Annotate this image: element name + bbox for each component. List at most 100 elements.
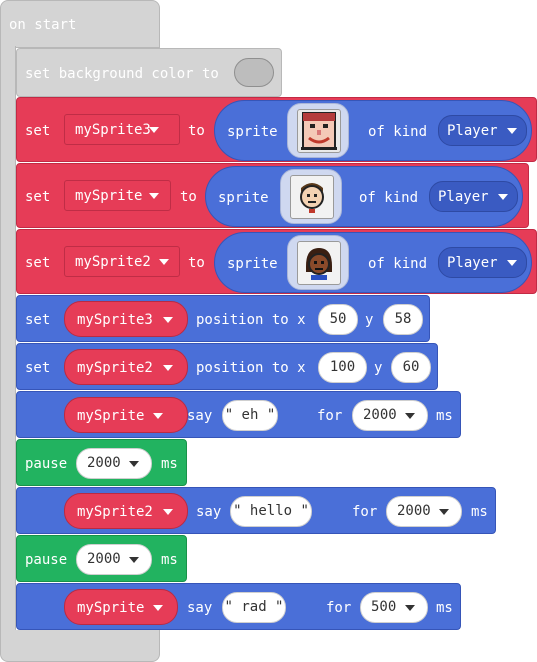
chevron-down-icon [149,193,159,199]
sprite-of-kind-reporter[interactable]: sprite of kind Player [205,166,523,227]
say-for-ms-block[interactable]: mySprite say " rad " for 500 ms [16,583,461,630]
chevron-down-icon [507,260,517,266]
set-label: set [25,360,51,376]
set-label: set [25,123,51,139]
sprite-label: sprite [227,124,278,140]
kind-dropdown[interactable]: Player [438,115,527,146]
variable-reporter[interactable]: mySprite3 [64,301,188,337]
kind-name: Player [438,189,489,205]
set-position-block[interactable]: set mySprite3 position to x 50 y 58 [16,295,430,342]
ms-label: ms [161,552,178,568]
on-start-left-rail [0,46,16,636]
chevron-down-icon [405,413,415,419]
sprite-image-slot[interactable] [287,103,349,158]
set-label: set [25,255,51,271]
ms-label: ms [161,456,178,472]
chevron-down-icon [149,127,159,133]
duration-dropdown[interactable]: 2000 [386,496,462,527]
boy-face-sprite-icon [290,175,334,219]
variable-reporter[interactable]: mySprite [64,589,178,625]
pause-label: pause [25,552,68,568]
kind-dropdown[interactable]: Player [438,247,527,278]
say-text-input[interactable]: " eh " [222,400,278,431]
set-label: set [25,189,51,205]
set-background-color-block[interactable]: set background color to [16,48,282,97]
to-label: to [180,189,197,205]
girl-face-sprite-icon [297,241,341,285]
variable-name: mySprite [77,408,145,424]
set-position-block[interactable]: set mySprite2 position to x 100 y 60 [16,343,438,390]
chevron-down-icon [129,461,139,467]
x-value-input[interactable]: 100 [318,352,367,383]
variable-dropdown[interactable]: mySprite2 [64,246,180,277]
chevron-down-icon [439,509,449,515]
variable-reporter[interactable]: mySprite2 [64,493,188,529]
y-value-input[interactable]: 60 [391,352,431,383]
y-label: y [365,312,374,328]
set-background-color-label: set background color to [25,66,219,82]
say-label: say [196,504,222,520]
of-kind-label: of kind [368,256,428,272]
on-start-footer [0,630,160,662]
variable-name: mySprite2 [75,254,151,270]
for-label: for [352,504,378,520]
chevron-down-icon [163,317,173,323]
say-for-ms-block[interactable]: mySprite say " eh " for 2000 ms [16,391,461,438]
chevron-down-icon [129,557,139,563]
duration-value: 2000 [397,503,431,519]
sprite-image-slot[interactable] [280,169,342,224]
y-value-input[interactable]: 58 [383,304,423,335]
pause-label: pause [25,456,68,472]
chevron-down-icon [163,365,173,371]
background-color-swatch[interactable] [234,58,274,87]
duration-value: 2000 [87,551,121,567]
chevron-down-icon [405,605,415,611]
set-sprite-block[interactable]: set mySprite3 to sprite of kind Player [16,97,537,162]
variable-name: mySprite [75,188,143,204]
smiling-face-sprite-icon [297,109,341,153]
set-sprite-block[interactable]: set mySprite to sprite of kind Player [16,163,529,228]
variable-dropdown[interactable]: mySprite3 [64,114,180,145]
variable-reporter[interactable]: mySprite2 [64,349,188,385]
say-text-input[interactable]: " rad " [222,592,286,623]
sprite-image-slot[interactable] [287,235,349,290]
on-start-block[interactable]: on start [0,0,160,48]
kind-name: Player [447,255,498,271]
variable-dropdown[interactable]: mySprite [64,180,171,211]
chevron-down-icon [153,605,163,611]
position-label: position to x [196,312,306,328]
set-sprite-block[interactable]: set mySprite2 to sprite of kind Player [16,229,537,294]
for-label: for [317,408,343,424]
for-label: for [326,600,352,616]
pause-block[interactable]: pause 2000 ms [16,439,187,486]
position-label: position to x [196,360,306,376]
x-value-input[interactable]: 50 [318,304,358,335]
variable-name: mySprite [77,600,145,616]
duration-dropdown[interactable]: 2000 [76,544,152,575]
on-start-label: on start [9,17,77,33]
chevron-down-icon [153,413,163,419]
say-for-ms-block[interactable]: mySprite2 say " hello " for 2000 ms [16,487,496,534]
sprite-of-kind-reporter[interactable]: sprite of kind Player [214,232,532,293]
variable-name: mySprite3 [75,122,151,138]
chevron-down-icon [163,509,173,515]
of-kind-label: of kind [368,124,428,140]
chevron-down-icon [507,128,517,134]
pause-block[interactable]: pause 2000 ms [16,535,187,582]
y-label: y [374,360,383,376]
variable-reporter[interactable]: mySprite [64,397,188,433]
duration-value: 500 [371,599,397,615]
duration-dropdown[interactable]: 500 [360,592,428,623]
duration-dropdown[interactable]: 2000 [76,448,152,479]
say-label: say [187,600,213,616]
of-kind-label: of kind [359,190,419,206]
say-text-input[interactable]: " hello " [230,496,312,527]
duration-dropdown[interactable]: 2000 [352,400,428,431]
sprite-of-kind-reporter[interactable]: sprite of kind Player [214,100,532,161]
kind-name: Player [447,123,498,139]
duration-value: 2000 [363,407,397,423]
duration-value: 2000 [87,455,121,471]
kind-dropdown[interactable]: Player [429,181,518,212]
chevron-down-icon [159,259,169,265]
ms-label: ms [436,600,453,616]
